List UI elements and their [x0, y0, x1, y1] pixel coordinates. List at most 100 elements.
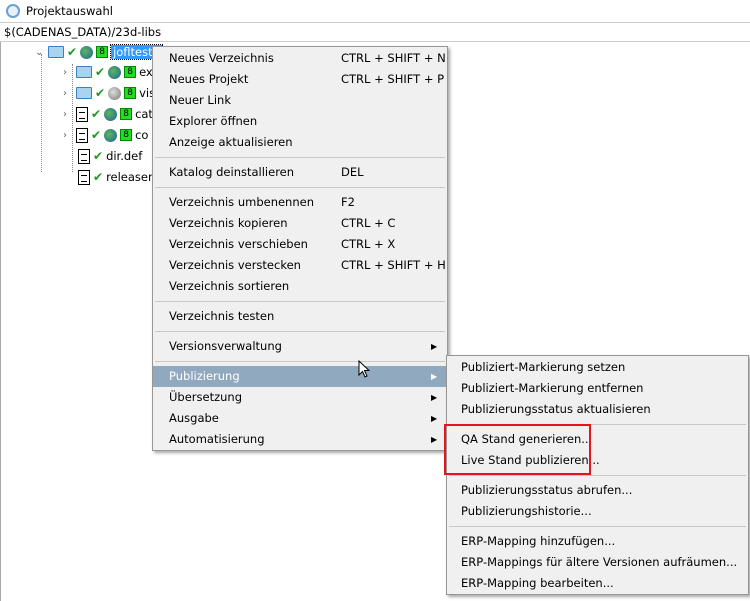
tree-node[interactable]: › ✔ 8 co: [63, 125, 148, 145]
menu-item-label: Neues Verzeichnis: [169, 51, 274, 65]
menu-item-neuer-link[interactable]: Neuer Link: [153, 90, 447, 111]
menu-item-neues-projekt[interactable]: Neues Projekt CTRL + SHIFT + P: [153, 69, 447, 90]
chevron-right-icon[interactable]: ›: [63, 109, 73, 120]
tree-node-root[interactable]: ⌄ ✔ 8 jofltest2: [35, 42, 163, 62]
tree-node-label: ex: [139, 65, 153, 79]
menu-item-label: Verzeichnis testen: [169, 309, 275, 323]
menu-item-label: Anzeige aktualisieren: [169, 135, 293, 149]
menu-item-neues-verzeichnis[interactable]: Neues Verzeichnis CTRL + SHIFT + N: [153, 48, 447, 69]
submenu-item-erp-mapping-hinzufügen[interactable]: ERP-Mapping hinzufügen...: [447, 531, 748, 552]
tree-node[interactable]: › ✔ 8 ex: [63, 62, 153, 82]
title-bar: Projektauswahl: [0, 0, 750, 22]
mouse-cursor-icon: [358, 360, 370, 378]
globe-icon: [80, 45, 94, 59]
chevron-right-icon[interactable]: ›: [63, 88, 73, 99]
menu-item-label: Katalog deinstallieren: [169, 165, 295, 179]
menu-item-verzeichnis-umbenennen[interactable]: Verzeichnis umbenennen F2: [153, 192, 447, 213]
check-icon: ✔: [93, 170, 104, 184]
menu-item-label: Publizierungshistorie...: [461, 504, 592, 518]
tree-node[interactable]: ✔ releasen: [78, 167, 155, 187]
menu-item-label: Explorer öffnen: [169, 114, 258, 128]
menu-item-label: Versionsverwaltung: [169, 339, 282, 353]
menu-separator: [153, 357, 447, 366]
menu-item-katalog-deinstallieren[interactable]: Katalog deinstallieren DEL: [153, 162, 447, 183]
menu-item-shortcut: DEL: [341, 165, 364, 179]
menu-item-label: Ausgabe: [169, 411, 219, 425]
status-badge: 8: [120, 108, 133, 120]
menu-item-verzeichnis-kopieren[interactable]: Verzeichnis kopieren CTRL + C: [153, 213, 447, 234]
submenu-item-erp-mapping-bearbeiten[interactable]: ERP-Mapping bearbeiten...: [447, 573, 748, 594]
path-field[interactable]: $(CADENAS_DATA)/23d-libs: [0, 22, 750, 42]
highlight-box: [444, 424, 591, 475]
menu-item-shortcut: CTRL + X: [341, 237, 396, 251]
menu-item-label: Verzeichnis kopieren: [169, 216, 288, 230]
menu-item-label: Neues Projekt: [169, 72, 249, 86]
chevron-right-icon[interactable]: ›: [63, 67, 73, 78]
menu-item-label: ERP-Mapping hinzufügen...: [461, 534, 616, 548]
document-icon: [76, 127, 88, 143]
menu-item-label: Publizierungsstatus aktualisieren: [461, 402, 651, 416]
submenu-item-publiziert-markierung-entfernen[interactable]: Publiziert-Markierung entfernen: [447, 378, 748, 399]
menu-item-shortcut: CTRL + SHIFT + P: [341, 72, 445, 86]
globe-icon: [104, 107, 118, 121]
context-menu: Neues Verzeichnis CTRL + SHIFT + N Neues P…: [152, 46, 448, 451]
submenu-item-publizierungsstatus-abrufen[interactable]: Publizierungsstatus abrufen...: [447, 480, 748, 501]
menu-item-ausgabe[interactable]: Ausgabe ▶: [153, 408, 447, 429]
menu-separator: [153, 327, 447, 336]
tree-node[interactable]: ✔ dir.def: [78, 146, 142, 166]
tree-node-label: cat: [135, 107, 153, 121]
submenu-item-publizierungsstatus-aktualisieren[interactable]: Publizierungsstatus aktualisieren: [447, 399, 748, 420]
folder-open-icon: [48, 46, 64, 58]
window-title: Projektauswahl: [26, 4, 113, 18]
submenu-item-publizierungshistorie[interactable]: Publizierungshistorie...: [447, 501, 748, 522]
chevron-right-icon[interactable]: ›: [63, 130, 73, 141]
menu-item-automatisierung[interactable]: Automatisierung ▶: [153, 429, 447, 450]
menu-item-label: Neuer Link: [169, 93, 231, 107]
menu-item-label: Publiziert-Markierung entfernen: [461, 381, 644, 395]
tree-node-label: co: [135, 128, 149, 142]
document-icon: [78, 169, 90, 185]
menu-item-verzeichnis-verschieben[interactable]: Verzeichnis verschieben CTRL + X: [153, 234, 447, 255]
menu-item-label: Verzeichnis umbenennen: [169, 195, 314, 209]
menu-item-verzeichnis-verstecken[interactable]: Verzeichnis verstecken CTRL + SHIFT + H: [153, 255, 447, 276]
submenu-arrow-icon: ▶: [431, 435, 438, 444]
chevron-down-icon[interactable]: ⌄: [35, 47, 45, 58]
publizierung-submenu: Publiziert-Markierung setzen Publiziert-M…: [446, 355, 749, 595]
menu-item-verzeichnis-testen[interactable]: Verzeichnis testen: [153, 306, 447, 327]
document-icon: [78, 148, 90, 164]
folder-icon: [76, 87, 92, 99]
menu-item-publizierung[interactable]: Publizierung ▶: [153, 366, 447, 387]
submenu-item-publiziert-markierung-setzen[interactable]: Publiziert-Markierung setzen: [447, 357, 748, 378]
check-icon: ✔: [95, 86, 106, 100]
submenu-arrow-icon: ▶: [431, 342, 438, 351]
menu-separator: [153, 153, 447, 162]
app-icon: [6, 4, 20, 18]
submenu-item-erp-mappings-für-ältere-versionen-aufräumen[interactable]: ERP-Mappings für ältere Versionen aufräu…: [447, 552, 748, 573]
menu-item-label: Verzeichnis verschieben: [169, 237, 308, 251]
submenu-arrow-icon: ▶: [431, 372, 438, 381]
menu-item-shortcut: CTRL + SHIFT + H: [341, 258, 446, 272]
menu-item-label: Übersetzung: [169, 390, 243, 404]
tree-node[interactable]: › ✔ 8 vis: [63, 83, 155, 103]
menu-item-anzeige-aktualisieren[interactable]: Anzeige aktualisieren: [153, 132, 447, 153]
check-icon: ✔: [91, 107, 102, 121]
tree-node-label: releasen: [106, 170, 156, 184]
menu-item-label: Publizierung: [169, 369, 240, 383]
menu-item-label: Verzeichnis sortieren: [169, 279, 290, 293]
globe-icon: [104, 128, 118, 142]
menu-item-shortcut: F2: [341, 195, 355, 209]
menu-item-übersetzung[interactable]: Übersetzung ▶: [153, 387, 447, 408]
menu-separator: [447, 522, 748, 531]
menu-item-verzeichnis-sortieren[interactable]: Verzeichnis sortieren: [153, 276, 447, 297]
menu-item-label: Verzeichnis verstecken: [169, 258, 301, 272]
tree-node-label: dir.def: [106, 149, 143, 163]
globe-icon: [108, 65, 122, 79]
submenu-arrow-icon: ▶: [431, 393, 438, 402]
menu-item-label: ERP-Mappings für ältere Versionen aufräu…: [461, 555, 738, 569]
tree-node[interactable]: › ✔ 8 cat: [63, 104, 153, 124]
menu-item-explorer-öffnen[interactable]: Explorer öffnen: [153, 111, 447, 132]
menu-item-versionsverwaltung[interactable]: Versionsverwaltung ▶: [153, 336, 447, 357]
check-icon: ✔: [67, 45, 78, 59]
check-icon: ✔: [95, 65, 106, 79]
globe-grey-icon: [108, 86, 122, 100]
